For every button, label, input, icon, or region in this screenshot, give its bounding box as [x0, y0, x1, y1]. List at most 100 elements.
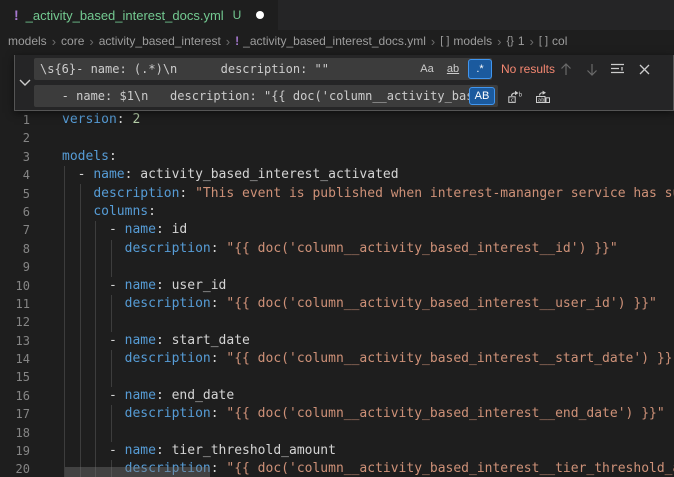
replace-input[interactable]: [34, 85, 498, 107]
code-line[interactable]: 2: [0, 129, 674, 147]
line-number: 19: [0, 442, 30, 460]
line-number: 3: [0, 148, 30, 166]
line-number: 1: [0, 111, 30, 129]
symbol-array-icon: [ ]: [440, 35, 449, 47]
code-line-content: - name: tier_threshold_amount: [62, 442, 336, 460]
line-number: 11: [0, 295, 30, 313]
close-icon[interactable]: [633, 58, 655, 80]
tab-active-yml-file[interactable]: ! _activity_based_interest_docs.yml U: [0, 0, 278, 30]
code-line[interactable]: 7 - name: id: [0, 221, 674, 239]
line-number: 14: [0, 350, 30, 368]
tab-bar: ! _activity_based_interest_docs.yml U: [0, 0, 674, 30]
code-line-content: description: "{{ doc('column__activity_b…: [62, 240, 618, 258]
breadcrumb-label: models: [8, 34, 47, 48]
breadcrumb-item[interactable]: {}1: [506, 34, 524, 48]
replace-all-button[interactable]: ab: [532, 85, 554, 107]
line-number: 18: [0, 424, 30, 442]
breadcrumb-separator-icon: ›: [226, 34, 230, 49]
code-line-content: description: "{{ doc('column__activity_b…: [62, 405, 665, 423]
git-status-badge: U: [233, 8, 242, 22]
code-line-content: description: "{{ doc('column__activity_b…: [62, 350, 674, 368]
line-number: 13: [0, 332, 30, 350]
breadcrumb-item[interactable]: [ ] models: [440, 34, 492, 48]
breadcrumb-separator-icon: ›: [52, 34, 56, 49]
line-number: 4: [0, 166, 30, 184]
tab-filename: _activity_based_interest_docs.yml: [26, 8, 224, 23]
code-line[interactable]: 13 - name: start_date: [0, 332, 674, 350]
code-line[interactable]: 15: [0, 368, 674, 386]
line-number: 12: [0, 313, 30, 331]
line-number: 20: [0, 460, 30, 477]
replace-button[interactable]: c b: [504, 85, 526, 107]
code-line[interactable]: 6 columns:: [0, 203, 674, 221]
code-line[interactable]: 3 models:: [0, 148, 674, 166]
breadcrumb-label: activity_based_interest: [99, 34, 221, 48]
code-line[interactable]: 19 - name: tier_threshold_amount: [0, 442, 674, 460]
breadcrumb-item[interactable]: models: [8, 34, 47, 48]
next-match-button[interactable]: [581, 58, 603, 80]
code-line[interactable]: 5 description: "This event is published …: [0, 185, 674, 203]
code-line-content: - name: start_date: [62, 332, 250, 350]
code-line[interactable]: 8 description: "{{ doc('column__activity…: [0, 240, 674, 258]
breadcrumb: models › core › activity_based_interest › !_ac…: [0, 30, 674, 52]
code-line-content: - name: user_id: [62, 277, 226, 295]
breadcrumb-separator-icon: ›: [530, 34, 534, 49]
regex-button[interactable]: .*: [468, 59, 492, 79]
svg-text:ab: ab: [538, 97, 545, 103]
dirty-indicator-dot[interactable]: [256, 11, 264, 19]
code-line-content: - name: id: [62, 221, 187, 239]
code-line[interactable]: 10 - name: user_id: [0, 277, 674, 295]
find-replace-widget: Aa ab .* No results AB c b: [14, 55, 674, 111]
code-area[interactable]: 1version: 223models:4 - name: activity_b…: [0, 111, 674, 477]
code-line-content: description: "{{ doc('column__activity_b…: [62, 295, 657, 313]
svg-text:b: b: [519, 91, 523, 98]
editor-area[interactable]: 1version: 223models:4 - name: activity_b…: [0, 52, 674, 477]
breadcrumb-label: models: [453, 34, 492, 48]
code-line[interactable]: 12: [0, 313, 674, 331]
breadcrumb-item[interactable]: core: [61, 34, 84, 48]
code-line-content: description: "This event is published wh…: [62, 185, 674, 203]
code-line-content: - name: activity_based_interest_activate…: [62, 166, 399, 184]
symbol-array-icon: [ ]: [539, 35, 548, 47]
yaml-file-icon: !: [14, 7, 19, 23]
line-number: 9: [0, 258, 30, 276]
breadcrumb-item[interactable]: !_activity_based_interest_docs.yml: [235, 34, 426, 48]
find-in-selection-button[interactable]: [607, 58, 629, 80]
preserve-case-button[interactable]: AB: [469, 87, 495, 105]
line-number: 7: [0, 221, 30, 239]
line-number: 5: [0, 185, 30, 203]
vscode-window: ! _activity_based_interest_docs.yml U mo…: [0, 0, 674, 477]
horizontal-scrollbar-thumb[interactable]: [65, 467, 210, 477]
breadcrumb-item[interactable]: activity_based_interest: [99, 34, 221, 48]
code-line[interactable]: 17 description: "{{ doc('column__activit…: [0, 405, 674, 423]
code-line[interactable]: 1 version: 2: [0, 111, 674, 129]
line-number: 2: [0, 129, 30, 147]
breadcrumb-item[interactable]: [ ] col: [539, 34, 568, 48]
code-line-content: version: 2: [62, 111, 140, 129]
line-number: 6: [0, 203, 30, 221]
breadcrumb-separator-icon: ›: [431, 34, 435, 49]
line-number: 15: [0, 368, 30, 386]
breadcrumb-label: col: [552, 34, 567, 48]
svg-text:c: c: [511, 97, 514, 103]
code-line[interactable]: 18: [0, 424, 674, 442]
previous-match-button[interactable]: [555, 58, 577, 80]
code-line[interactable]: 4 - name: activity_based_interest_activa…: [0, 166, 674, 184]
breadcrumb-label: core: [61, 34, 84, 48]
code-line[interactable]: 14 description: "{{ doc('column__activit…: [0, 350, 674, 368]
yaml-file-icon: !: [235, 34, 239, 48]
code-line-content: models:: [62, 148, 117, 166]
code-line[interactable]: 11 description: "{{ doc('column__activit…: [0, 295, 674, 313]
toggle-replace-chevron-icon[interactable]: [17, 75, 33, 91]
match-case-button[interactable]: Aa: [416, 60, 438, 78]
code-line[interactable]: 9: [0, 258, 674, 276]
code-line-content: columns:: [62, 203, 156, 221]
line-number: 17: [0, 405, 30, 423]
code-line[interactable]: 16 - name: end_date: [0, 387, 674, 405]
line-number: 10: [0, 277, 30, 295]
symbol-object-icon: {}: [506, 35, 513, 47]
code-line-content: - name: end_date: [62, 387, 234, 405]
whole-word-button[interactable]: ab: [442, 60, 464, 78]
breadcrumb-separator-icon: ›: [497, 34, 501, 49]
line-number: 8: [0, 240, 30, 258]
